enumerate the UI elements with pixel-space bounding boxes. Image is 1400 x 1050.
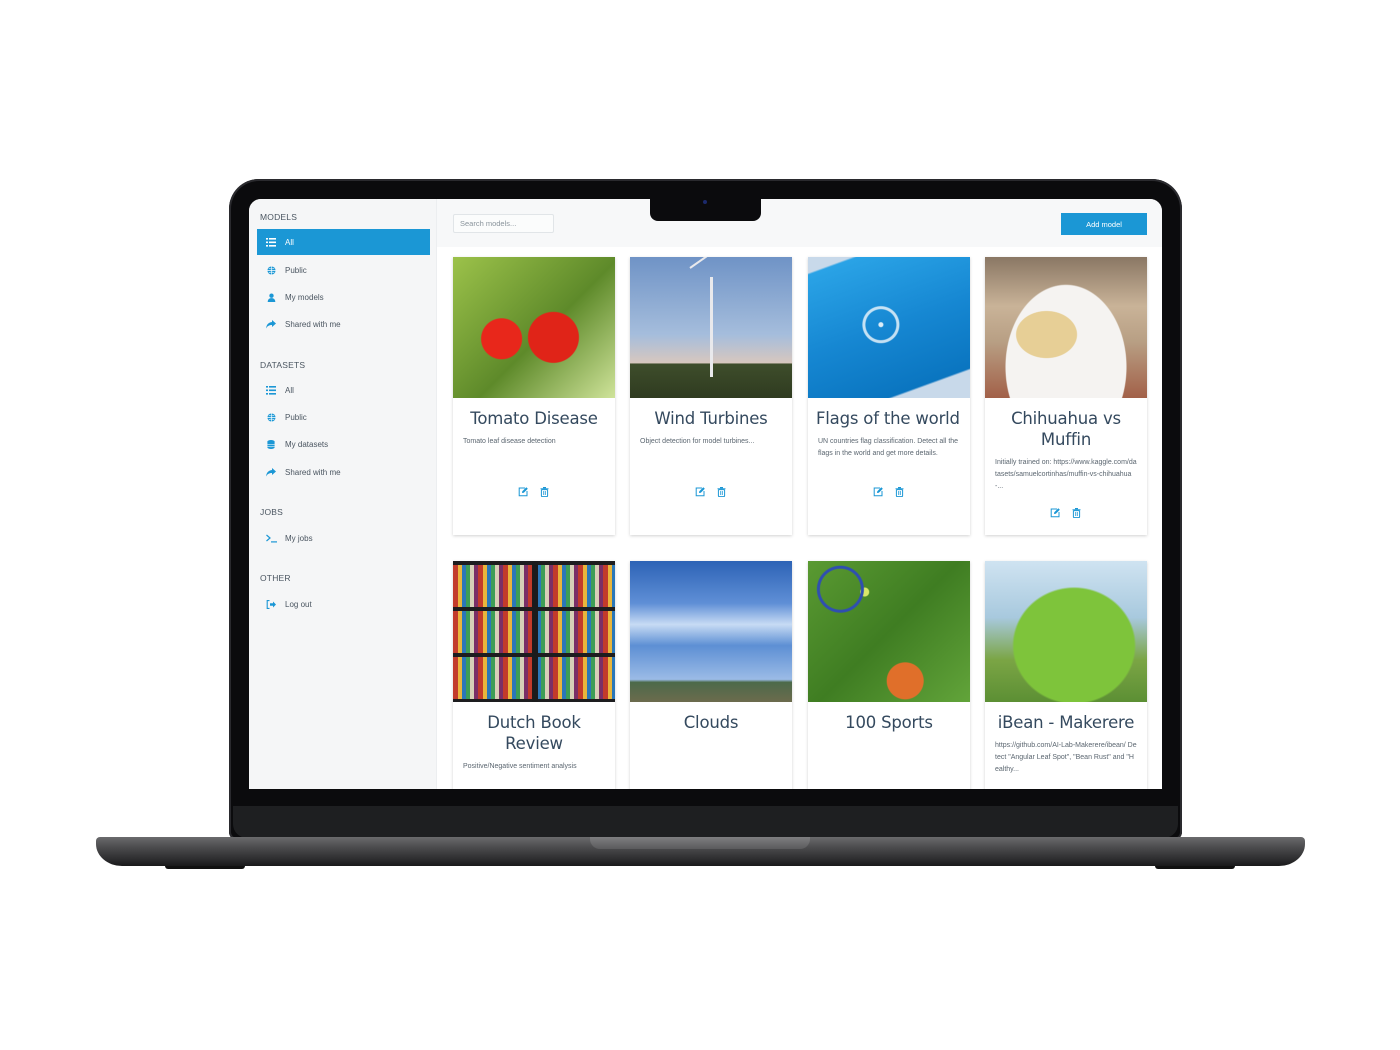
model-title: Tomato Disease xyxy=(470,409,598,428)
sidebar-item-my-models[interactable]: My models xyxy=(257,284,430,310)
trash-icon[interactable] xyxy=(717,487,727,497)
laptop-opening-notch xyxy=(590,837,810,849)
trash-icon[interactable] xyxy=(540,487,550,497)
card-actions xyxy=(453,487,615,497)
card-actions xyxy=(808,487,970,497)
model-title: Clouds xyxy=(683,713,739,732)
sidebar-section-models-title: MODELS xyxy=(260,212,298,222)
model-description: Positive/Negative sentiment analysis xyxy=(463,763,577,770)
sidebar-item-datasets-public[interactable]: Public xyxy=(257,404,430,430)
sidebar-item-label: Log out xyxy=(285,599,312,609)
model-image-tomatoes xyxy=(453,257,615,398)
model-description: Object detection for model turbines... xyxy=(640,438,755,445)
edit-icon[interactable] xyxy=(1050,508,1060,518)
share-icon xyxy=(265,318,277,330)
model-image-clouds xyxy=(630,561,792,702)
model-image-bookshelf xyxy=(453,561,615,702)
share-icon xyxy=(265,466,277,478)
app-screen: MODELS All Public My models Shared with … xyxy=(249,199,1162,789)
sidebar-section-other-title: OTHER xyxy=(260,573,291,583)
trash-icon[interactable] xyxy=(1072,508,1082,518)
model-title: Chihuahua vs Muffin xyxy=(1011,409,1121,449)
laptop-bezel-chin xyxy=(233,806,1178,838)
model-image-wind-turbines xyxy=(630,257,792,398)
camera-icon xyxy=(703,200,707,204)
sidebar-item-models-shared[interactable]: Shared with me xyxy=(257,311,430,337)
model-card-clouds[interactable]: Clouds xyxy=(630,561,792,789)
globe-icon xyxy=(265,411,277,423)
sidebar-item-models-public[interactable]: Public xyxy=(257,257,430,283)
sidebar-item-label: Public xyxy=(285,265,307,275)
edit-icon[interactable] xyxy=(695,487,705,497)
model-image-sports-equipment xyxy=(808,561,970,702)
laptop-foot-left xyxy=(165,866,245,869)
trash-icon[interactable] xyxy=(895,487,905,497)
model-title: 100 Sports xyxy=(845,713,933,732)
model-description: Initially trained on: https://www.kaggle… xyxy=(995,459,1137,490)
model-title: Wind Turbines xyxy=(654,409,768,428)
model-card-flags-of-the-world[interactable]: Flags of the world UN countries flag cla… xyxy=(808,257,970,535)
card-actions xyxy=(985,508,1147,518)
sidebar-item-label: Shared with me xyxy=(285,319,341,329)
model-description: https://github.com/AI-Lab-Makerere/ibean… xyxy=(995,742,1137,773)
edit-icon[interactable] xyxy=(518,487,528,497)
card-actions xyxy=(630,487,792,497)
model-card-wind-turbines[interactable]: Wind Turbines Object detection for model… xyxy=(630,257,792,535)
model-title: Dutch Book Review xyxy=(487,713,581,753)
sidebar: MODELS All Public My models Shared with … xyxy=(249,199,437,789)
model-card-chihuahua-vs-muffin[interactable]: Chihuahua vs Muffin Initially trained on… xyxy=(985,257,1147,535)
sidebar-item-label: All xyxy=(285,237,294,247)
sidebar-item-datasets-all[interactable]: All xyxy=(257,377,430,403)
terminal-icon xyxy=(265,532,277,544)
model-description: Tomato leaf disease detection xyxy=(463,438,556,445)
sidebar-item-label: All xyxy=(285,385,294,395)
sidebar-section-jobs-title: JOBS xyxy=(260,507,284,517)
sidebar-section-datasets-title: DATASETS xyxy=(260,360,306,370)
sidebar-item-label: Shared with me xyxy=(285,467,341,477)
model-description: UN countries flag classification. Detect… xyxy=(818,438,959,457)
model-image-muffin xyxy=(985,257,1147,398)
model-card-ibean-makerere[interactable]: iBean - Makerere https://github.com/AI-L… xyxy=(985,561,1147,789)
model-card-100-sports[interactable]: 100 Sports xyxy=(808,561,970,789)
sidebar-item-my-datasets[interactable]: My datasets xyxy=(257,431,430,457)
laptop-foot-right xyxy=(1155,866,1235,869)
user-icon xyxy=(265,291,277,303)
database-icon xyxy=(265,438,277,450)
model-image-bean-leaf xyxy=(985,561,1147,702)
sidebar-item-my-jobs[interactable]: My jobs xyxy=(257,525,430,551)
list-icon xyxy=(265,384,277,396)
sign-out-icon xyxy=(265,598,277,610)
globe-icon xyxy=(265,264,277,276)
model-card-tomato-disease[interactable]: Tomato Disease Tomato leaf disease detec… xyxy=(453,257,615,535)
model-image-un-flag xyxy=(808,257,970,398)
model-card-dutch-book-review[interactable]: Dutch Book Review Positive/Negative sent… xyxy=(453,561,615,789)
sidebar-item-models-all[interactable]: All xyxy=(257,229,430,255)
add-model-button[interactable]: Add model xyxy=(1061,213,1147,235)
sidebar-item-datasets-shared[interactable]: Shared with me xyxy=(257,459,430,485)
list-icon xyxy=(265,236,277,248)
search-models-input[interactable] xyxy=(453,214,554,233)
sidebar-item-label: My models xyxy=(285,292,324,302)
sidebar-item-label: Public xyxy=(285,412,307,422)
edit-icon[interactable] xyxy=(873,487,883,497)
sidebar-item-label: My jobs xyxy=(285,533,313,543)
model-title: Flags of the world xyxy=(816,409,960,428)
sidebar-item-label: My datasets xyxy=(285,439,329,449)
model-title: iBean - Makerere xyxy=(997,713,1135,732)
models-grid: Tomato Disease Tomato leaf disease detec… xyxy=(437,247,1162,789)
sidebar-item-log-out[interactable]: Log out xyxy=(257,591,430,617)
top-bar: Add model xyxy=(437,199,1162,247)
